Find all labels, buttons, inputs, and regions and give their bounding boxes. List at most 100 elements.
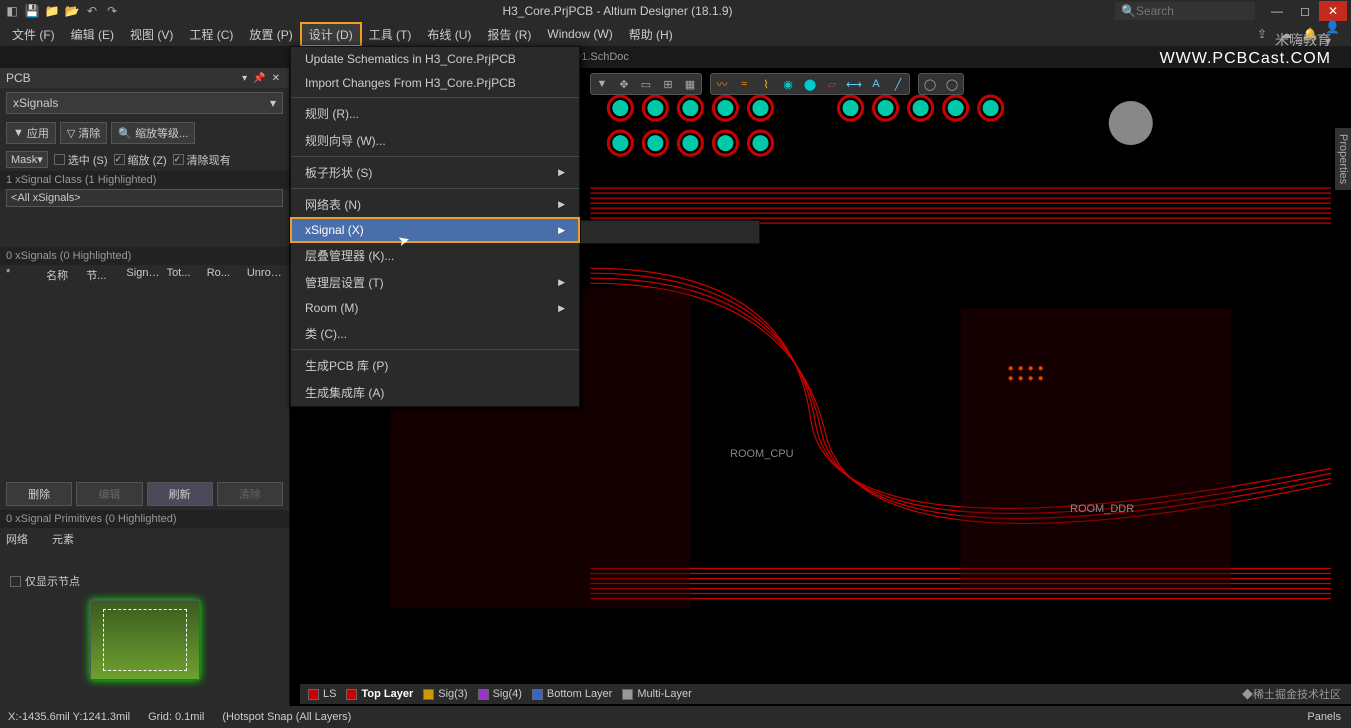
move-icon[interactable]: ✥ xyxy=(613,74,635,94)
search-box[interactable]: 🔍 xyxy=(1115,2,1255,20)
edit-button[interactable]: 编辑 xyxy=(76,482,142,506)
layer-ls[interactable]: LS xyxy=(308,688,336,700)
menu-manage-layer-sets[interactable]: 管理层设置 (T)▶ xyxy=(291,269,579,296)
menu-project[interactable]: 工程 (C) xyxy=(181,23,241,46)
status-snap: (Hotspot Snap (All Layers) xyxy=(222,711,351,723)
align-icon[interactable]: ⊞ xyxy=(657,74,679,94)
menu-make-integrated-lib[interactable]: 生成集成库 (A) xyxy=(291,379,579,406)
funnel-clear-icon: ▽ xyxy=(67,127,75,140)
zoom-checkbox[interactable]: 缩放 (Z) xyxy=(114,152,167,168)
menu-design[interactable]: 设计 (D) xyxy=(301,23,361,46)
maximize-button[interactable]: ◻ xyxy=(1291,1,1319,21)
menu-board-shape[interactable]: 板子形状 (S)▶ xyxy=(291,159,579,186)
menu-make-pcb-lib[interactable]: 生成PCB 库 (P) xyxy=(291,352,579,379)
menu-tools[interactable]: 工具 (T) xyxy=(361,23,420,46)
menu-edit[interactable]: 编辑 (E) xyxy=(63,23,122,46)
layer-sig4[interactable]: Sig(4) xyxy=(478,688,522,700)
submenu-arrow-icon: ▶ xyxy=(558,277,565,288)
status-grid: Grid: 0.1mil xyxy=(148,711,204,723)
text-icon[interactable]: A xyxy=(865,74,887,94)
menu-help[interactable]: 帮助 (H) xyxy=(621,23,681,46)
panel-header: PCB ▾ 📌 ✕ xyxy=(0,68,289,88)
share-icon[interactable]: ⇪ xyxy=(1253,25,1271,43)
menu-classes[interactable]: 类 (C)... xyxy=(291,320,579,347)
design-menu-dropdown: Update Schematics in H3_Core.PrjPCB Impo… xyxy=(290,46,580,407)
mask-dropdown[interactable]: Mask ▾ xyxy=(6,151,48,168)
zoom-icon: 🔍 xyxy=(118,127,132,140)
minimize-button[interactable]: — xyxy=(1263,1,1291,21)
undo-icon[interactable]: ↶ xyxy=(84,3,100,19)
delete-button[interactable]: 删除 xyxy=(6,482,72,506)
menu-place[interactable]: 放置 (P) xyxy=(241,23,300,46)
redo-icon[interactable]: ↷ xyxy=(104,3,120,19)
layer-bottom[interactable]: Bottom Layer xyxy=(532,688,612,700)
refresh-button[interactable]: 刷新 xyxy=(147,482,213,506)
extra-icon-2[interactable]: ◯ xyxy=(941,74,963,94)
titlebar: ◧ 💾 📁 📂 ↶ ↷ H3_Core.PrjPCB - Altium Desi… xyxy=(0,0,1351,22)
primitives-header: 0 xSignal Primitives (0 Highlighted) xyxy=(0,510,289,528)
layers-icon[interactable]: ▦ xyxy=(679,74,701,94)
cloud-icon[interactable]: ☁ xyxy=(1277,25,1295,43)
line-icon[interactable]: ╱ xyxy=(887,74,909,94)
menu-route[interactable]: 布线 (U) xyxy=(419,23,479,46)
xsignal-submenu[interactable] xyxy=(580,220,760,244)
menu-rule-wizard[interactable]: 规则向导 (W)... xyxy=(291,127,579,154)
route-icon[interactable]: 〰 xyxy=(711,74,733,94)
pin-icon[interactable]: 📌 xyxy=(253,73,265,84)
pcb-panel: PCB ▾ 📌 ✕ xSignals▾ ▼应用 ▽清除 🔍缩放等级... Mas… xyxy=(0,68,290,708)
via-icon[interactable]: ◉ xyxy=(777,74,799,94)
panel-close-icon[interactable]: ✕ xyxy=(272,73,280,84)
show-nodes-checkbox[interactable]: 仅显示节点 xyxy=(0,570,289,592)
panel-title: PCB xyxy=(6,71,239,85)
clear-button[interactable]: ▽清除 xyxy=(60,122,107,144)
dim-icon[interactable]: ⟷ xyxy=(843,74,865,94)
statusbar: X:-1435.6mil Y:1241.3mil Grid: 0.1mil (H… xyxy=(0,706,1351,728)
menu-import-changes[interactable]: Import Changes From H3_Core.PrjPCB xyxy=(291,71,579,95)
save-icon[interactable]: 💾 xyxy=(24,3,40,19)
filter-icon[interactable]: ▼ xyxy=(591,74,613,94)
xsignal-class-list[interactable]: <All xSignals> xyxy=(6,189,283,207)
select-checkbox[interactable]: 选中 (S) xyxy=(54,152,108,168)
layer-tabs: LS Top Layer Sig(3) Sig(4) Bottom Layer … xyxy=(300,684,1351,704)
menu-window[interactable]: Window (W) xyxy=(539,24,620,44)
user-icon[interactable]: 👤▾ xyxy=(1325,25,1343,43)
folder-open-icon[interactable]: 📂 xyxy=(64,3,80,19)
properties-tab[interactable]: Properties xyxy=(1335,128,1351,190)
apply-button[interactable]: ▼应用 xyxy=(6,122,56,144)
menu-room[interactable]: Room (M)▶ xyxy=(291,296,579,320)
submenu-arrow-icon: ▶ xyxy=(558,167,565,178)
menu-xsignal[interactable]: xSignal (X)▶ xyxy=(291,218,579,242)
menu-file[interactable]: 文件 (F) xyxy=(4,23,63,46)
pad-icon[interactable]: ⬤ xyxy=(799,74,821,94)
menu-report[interactable]: 报告 (R) xyxy=(479,23,539,46)
diff-pair-icon[interactable]: ≈ xyxy=(733,74,755,94)
menu-view[interactable]: 视图 (V) xyxy=(122,23,181,46)
menu-layer-stack-manager[interactable]: 层叠管理器 (K)... xyxy=(291,242,579,269)
clear-existing-checkbox[interactable]: 清除现有 xyxy=(173,152,231,168)
close-button[interactable]: ✕ xyxy=(1319,1,1347,21)
layer-top[interactable]: Top Layer xyxy=(346,688,413,700)
menubar: 文件 (F) 编辑 (E) 视图 (V) 工程 (C) 放置 (P) 设计 (D… xyxy=(0,22,1351,46)
layer-multi[interactable]: Multi-Layer xyxy=(622,688,691,700)
dropdown-icon[interactable]: ▾ xyxy=(242,73,247,84)
submenu-arrow-icon: ▶ xyxy=(558,199,565,210)
zoom-level-button[interactable]: 🔍缩放等级... xyxy=(111,122,195,144)
open-icon[interactable]: 📁 xyxy=(44,3,60,19)
board-preview[interactable] xyxy=(90,600,200,680)
select-icon[interactable]: ▭ xyxy=(635,74,657,94)
layer-sig3[interactable]: Sig(3) xyxy=(423,688,467,700)
menu-update-schematics[interactable]: Update Schematics in H3_Core.PrjPCB xyxy=(291,47,579,71)
mode-combo[interactable]: xSignals▾ xyxy=(6,92,283,114)
menu-rules[interactable]: 规则 (R)... xyxy=(291,100,579,127)
window-title: H3_Core.PrjPCB - Altium Designer (18.1.9… xyxy=(120,4,1115,18)
clear-button-2[interactable]: 清除 xyxy=(217,482,283,506)
app-icon: ◧ xyxy=(4,3,20,19)
search-input[interactable] xyxy=(1136,4,1249,18)
poly-icon[interactable]: ▱ xyxy=(821,74,843,94)
status-coords: X:-1435.6mil Y:1241.3mil xyxy=(8,711,130,723)
panels-button[interactable]: Panels xyxy=(1307,711,1341,723)
extra-icon[interactable]: ◯ xyxy=(919,74,941,94)
menu-netlist[interactable]: 网络表 (N)▶ xyxy=(291,191,579,218)
tune-icon[interactable]: ⌇ xyxy=(755,74,777,94)
notification-icon[interactable]: 🔔 xyxy=(1301,25,1319,43)
